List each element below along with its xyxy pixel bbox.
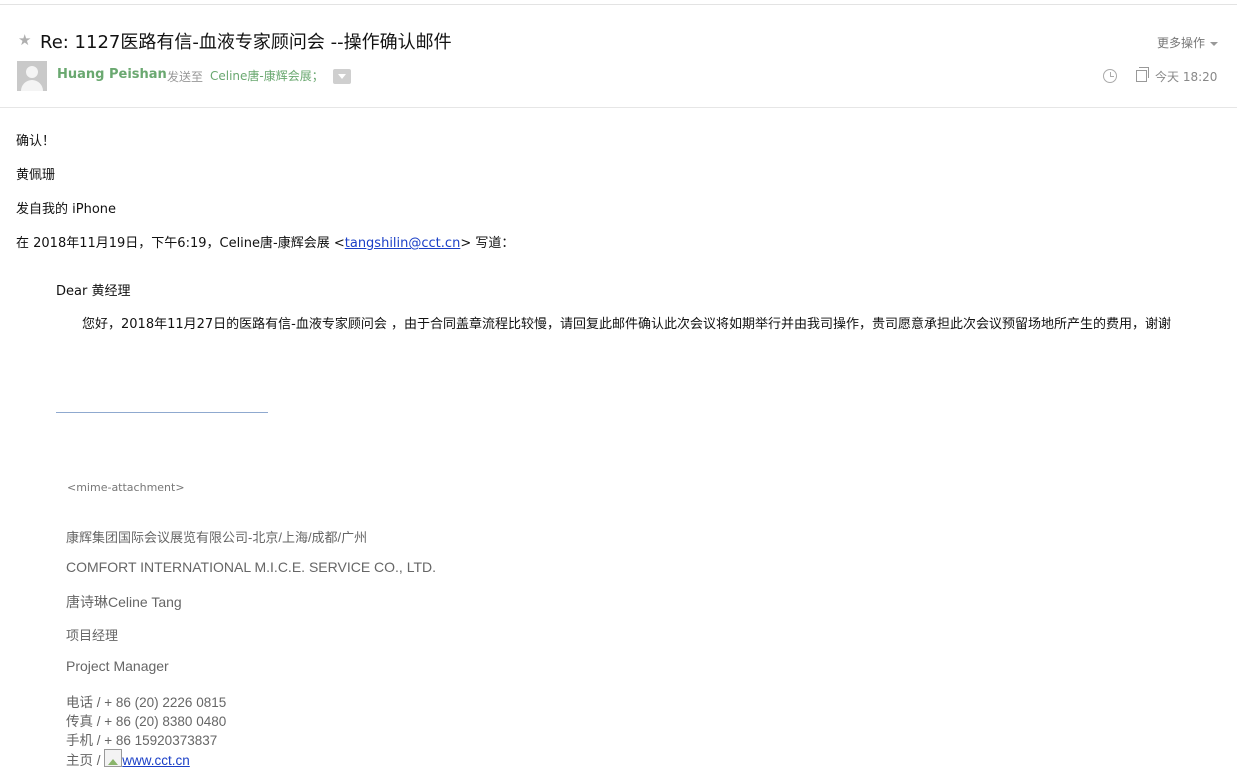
recipient-name[interactable]: Celine唐-康辉会展； (210, 67, 324, 84)
body-line-confirm: 确认！ (16, 134, 56, 149)
more-actions-label: 更多操作 (1157, 36, 1206, 50)
clock-icon[interactable] (1103, 69, 1117, 83)
quote-greeting: Dear 黄经理 (56, 284, 131, 299)
signature-homepage: 主页 / www.cct.cn (66, 749, 190, 769)
company-name-cn: 康辉集团国际会议展览有限公司-北京/上海/成都/广州 (66, 530, 368, 545)
email-subject: Re: 1127医路有信-血液专家顾问会 --操作确认邮件 (40, 32, 452, 53)
quote-paragraph: 您好，2018年11月27日的医路有信-血液专家顾问会 ，由于合同盖章流程比较慢… (82, 317, 1171, 332)
signature-mobile: 手机 / + 86 15920373837 (66, 733, 218, 748)
reply-header: 在 2018年11月19日，下午6:19，Celine唐-康辉会展 <tangs… (16, 232, 514, 251)
mime-attachment-label: <mime-attachment> (67, 481, 185, 494)
signature-title-en: Project Manager (66, 658, 169, 674)
star-icon[interactable]: ★ (18, 31, 31, 49)
sent-to-label: 发送至 (167, 70, 204, 84)
signature-name: 唐诗琳Celine Tang (66, 594, 182, 610)
broken-image-icon (104, 749, 123, 767)
signature-fax: 传真 / + 86 (20) 8380 0480 (66, 714, 227, 729)
reply-email-link[interactable]: tangshilin@cct.cn (345, 236, 461, 251)
body-line-name: 黄佩珊 (16, 168, 56, 183)
body-line-sent-from: 发自我的 iPhone (16, 202, 117, 217)
copy-icon[interactable] (1136, 67, 1149, 82)
avatar[interactable] (17, 61, 47, 91)
sender-name[interactable]: Huang Peishan (57, 67, 167, 82)
email-header: ★ Re: 1127医路有信-血液专家顾问会 --操作确认邮件 更多操作 Hua… (0, 0, 1237, 108)
signature-title-cn: 项目经理 (66, 628, 119, 643)
homepage-link[interactable]: www.cct.cn (122, 753, 190, 768)
email-time: 今天 18:20 (1155, 70, 1218, 84)
homepage-label: 主页 / (66, 753, 101, 768)
signature-divider (56, 412, 268, 413)
expand-recipients-button[interactable] (333, 69, 351, 84)
signature-phone: 电话 / + 86 (20) 2226 0815 (66, 695, 227, 710)
company-name-en: COMFORT INTERNATIONAL M.I.C.E. SERVICE C… (66, 559, 437, 575)
reply-suffix: > 写道： (460, 236, 515, 251)
more-actions-button[interactable]: 更多操作 (1157, 34, 1219, 51)
chevron-down-icon (1210, 41, 1219, 46)
reply-prefix: 在 2018年11月19日，下午6:19，Celine唐-康辉会展 < (16, 236, 345, 251)
